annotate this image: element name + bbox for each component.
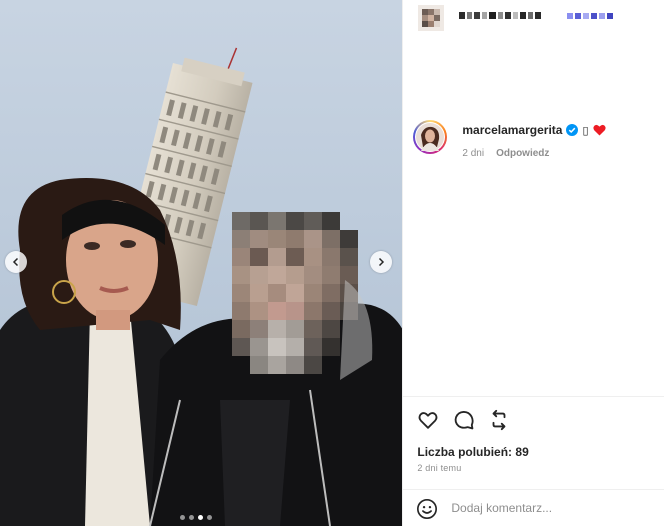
carousel-dots [180,515,212,520]
comment-meta: 2 dni Odpowiedz [462,148,549,159]
carousel-dot [207,515,212,520]
post-actions: Liczba polubień: 89 2 dni temu [403,396,664,492]
post-header [403,0,664,36]
heart-outline-icon [418,412,438,429]
author-avatar-pixelated[interactable] [418,5,445,31]
comment-header: marcelamargerita ▯ [462,123,606,137]
commenter-avatar[interactable] [413,120,448,154]
post-sidebar: marcelamargerita ▯ 2 dni Odpowiedz Liczb… [402,0,664,526]
post-photo[interactable] [0,0,403,526]
verified-badge-icon [566,124,579,136]
carousel-next-button[interactable] [370,251,392,273]
photo-scene [0,0,403,526]
instagram-post: marcelamargerita ▯ 2 dni Odpowiedz Liczb… [0,0,664,526]
author-name-pixelated[interactable] [459,10,627,24]
comment-username[interactable]: marcelamargerita [462,123,562,137]
share-arrows-icon [492,409,506,431]
post-time: 2 dni temu [417,463,462,473]
comment-emoji-placeholder: ▯ [582,124,589,137]
comment-bubble-icon [455,411,474,430]
carousel-dot [189,515,194,520]
carousel-dot [180,515,185,520]
comment-button[interactable] [453,409,475,431]
chevron-right-icon [378,257,385,267]
emoji-smiley-icon[interactable] [416,498,438,520]
like-button[interactable] [417,409,439,431]
chevron-left-icon [12,257,19,267]
carousel-prev-button[interactable] [5,251,27,273]
likes-count[interactable]: Liczba polubień: 89 [417,445,528,459]
carousel-dot [198,515,203,520]
comment-time: 2 dni [462,148,485,159]
reply-button[interactable]: Odpowiedz [496,148,549,159]
profile-photo-icon [416,123,445,151]
add-comment-bar [403,489,664,527]
red-heart-emoji-icon [592,124,606,136]
share-button[interactable] [488,409,510,431]
add-comment-input[interactable] [451,499,642,517]
